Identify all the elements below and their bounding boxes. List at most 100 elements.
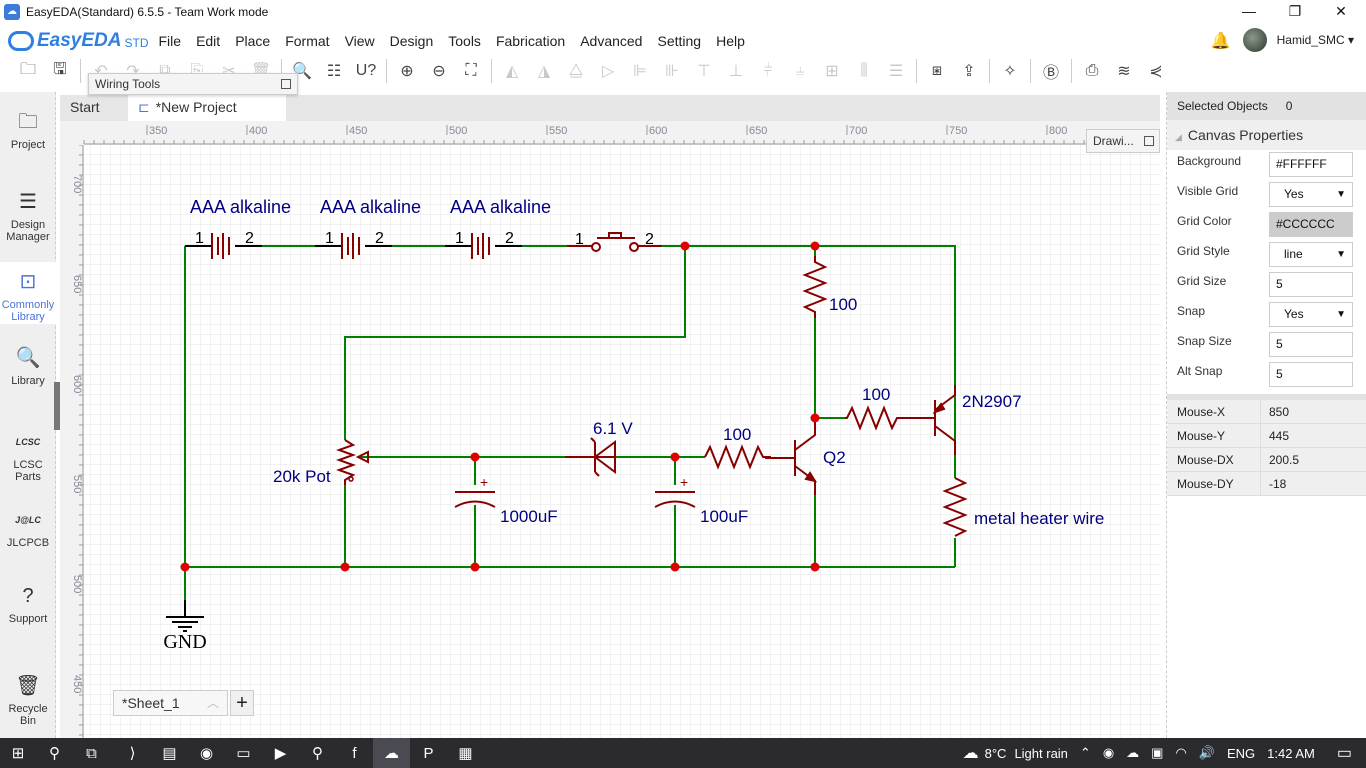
search-app-icon[interactable]: ⚲ <box>299 738 336 768</box>
sidebar-item-jlcpcb[interactable]: J@LC JLCPCB <box>0 500 56 560</box>
tray-chevron-up-icon[interactable]: ⌃ <box>1080 745 1091 761</box>
convert-pcb-icon[interactable]: ⇪ <box>953 58 985 84</box>
bom-icon[interactable]: Ⓑ <box>1035 58 1067 84</box>
design-check-icon[interactable]: ✧ <box>994 58 1026 84</box>
notification-bell-icon[interactable]: 🔔 <box>1211 31 1231 50</box>
menu-format[interactable]: Format <box>285 33 329 49</box>
save-icon[interactable]: 🖫 <box>44 58 76 84</box>
rotate-left-icon[interactable]: ◭ <box>496 58 528 84</box>
calendar-app-icon[interactable]: ▦ <box>447 738 484 768</box>
menu-setting[interactable]: Setting <box>657 33 701 49</box>
export-icon[interactable]: ⎙ <box>1076 58 1108 84</box>
maximize-icon[interactable] <box>281 79 291 89</box>
flip-v-icon[interactable]: ▷ <box>592 58 624 84</box>
meet-now-icon[interactable]: ▣ <box>1151 745 1163 761</box>
menu-help[interactable]: Help <box>716 33 745 49</box>
easyeda-icon[interactable]: ☁ <box>373 738 410 768</box>
sidebar-item-lcsc-parts[interactable]: LCSC LCSC Parts <box>0 422 56 483</box>
fit-icon[interactable]: ⛶ <box>455 58 487 84</box>
drawing-tools-panel[interactable]: Drawi... <box>1086 129 1160 153</box>
start-icon[interactable]: ⊞ <box>0 738 36 768</box>
annotate-icon[interactable]: U? <box>350 58 382 84</box>
canvas-svg[interactable]: 1 2 AAA alkaline 1 2 AAA alkaline 1 2 AAA alkali… <box>60 121 1160 738</box>
volume-icon[interactable]: 🔊 <box>1199 745 1215 761</box>
prop-label: Background <box>1177 154 1242 168</box>
chevron-up-icon[interactable]: ︿ <box>207 691 219 715</box>
file-explorer-icon[interactable]: ▭ <box>225 738 262 768</box>
prop-input[interactable]: #FFFFFF <box>1269 152 1353 177</box>
weather-cloud-icon[interactable]: ☁ <box>963 743 979 763</box>
task-view-icon[interactable]: ⧉ <box>73 738 110 768</box>
minimize-button[interactable]: — <box>1226 0 1272 24</box>
layers-icon[interactable]: ≋ <box>1108 58 1140 84</box>
maximize-icon[interactable] <box>1144 136 1154 146</box>
language-indicator[interactable]: ENG <box>1227 746 1255 761</box>
prop-select[interactable]: line ▼ <box>1269 242 1353 267</box>
prop-select[interactable]: Yes ▼ <box>1269 302 1353 327</box>
distribute-h-icon[interactable]: ⫼ <box>848 58 880 84</box>
heater-label: metal heater wire <box>974 509 1104 528</box>
flip-h-icon[interactable]: ⧋ <box>560 58 592 84</box>
menu-view[interactable]: View <box>345 33 375 49</box>
notifications-icon[interactable]: ▭ <box>1337 743 1352 763</box>
menu-file[interactable]: File <box>159 33 182 49</box>
sidebar-item-design-manager[interactable]: ☰ Design Manager <box>0 182 56 243</box>
weather-desc[interactable]: Light rain <box>1014 746 1067 761</box>
wifi-icon[interactable]: ◠ <box>1175 745 1186 761</box>
menu-edit[interactable]: Edit <box>196 33 220 49</box>
powerpoint-icon[interactable]: P <box>410 738 447 768</box>
menu-tools[interactable]: Tools <box>448 33 481 49</box>
search-icon[interactable]: ⚲ <box>36 738 73 768</box>
avatar[interactable] <box>1242 28 1267 52</box>
onedrive-icon[interactable]: ☁ <box>1126 745 1139 761</box>
user-name-dropdown[interactable]: Hamid_SMC ▾ <box>1277 33 1354 47</box>
share-icon[interactable]: ⋞ <box>1140 58 1172 84</box>
prop-input[interactable]: 5 <box>1269 272 1353 297</box>
menu-design[interactable]: Design <box>390 33 434 49</box>
prop-input[interactable]: 5 <box>1269 332 1353 357</box>
open-folder-icon[interactable]: 🗀 <box>12 58 44 84</box>
sidebar-item-support[interactable]: ? Support <box>0 576 56 636</box>
sidebar-item-recycle-bin[interactable]: 🗑 Recycle Bin <box>0 666 56 727</box>
zoom-out-icon[interactable]: ⊖ <box>423 58 455 84</box>
grid-align-icon[interactable]: ⊞ <box>816 58 848 84</box>
prop-input[interactable]: #CCCCCC <box>1269 212 1353 237</box>
pin-label: 2 <box>375 230 384 247</box>
monitor-app-icon[interactable]: ▤ <box>151 738 188 768</box>
align-left-icon[interactable]: ⊫ <box>624 58 656 84</box>
prop-select[interactable]: Yes ▼ <box>1269 182 1353 207</box>
rotate-right-icon[interactable]: ◮ <box>528 58 560 84</box>
tab-start[interactable]: Start <box>60 95 126 121</box>
align-right-icon[interactable]: ⊪ <box>656 58 688 84</box>
menu-advanced[interactable]: Advanced <box>580 33 642 49</box>
zoom-in-icon[interactable]: ⊕ <box>391 58 423 84</box>
menu-place[interactable]: Place <box>235 33 270 49</box>
sidebar-item-library[interactable]: 🔍 Library <box>0 338 56 398</box>
align-bottom-icon[interactable]: ⊥ <box>720 58 752 84</box>
simulate-icon[interactable]: ⧆ <box>921 58 953 84</box>
record-icon[interactable]: ◉ <box>1103 745 1114 761</box>
firefox-icon[interactable]: ◉ <box>188 738 225 768</box>
distribute-v-icon[interactable]: ☰ <box>880 58 912 84</box>
sheet-tab[interactable]: *Sheet_1 ︿ <box>113 690 228 716</box>
menu-fabrication[interactable]: Fabrication <box>496 33 565 49</box>
restore-button[interactable]: ❐ <box>1272 0 1318 24</box>
prop-input[interactable]: 5 <box>1269 362 1353 387</box>
foxit-icon[interactable]: f <box>336 738 373 768</box>
add-sheet-button[interactable]: + <box>230 690 254 716</box>
align-center-h-icon[interactable]: ⫩ <box>752 58 784 84</box>
align-center-v-icon[interactable]: ⫨ <box>784 58 816 84</box>
schematic-canvas[interactable]: 1 2 AAA alkaline 1 2 AAA alkaline 1 2 AAA alkali… <box>60 121 1160 738</box>
wiring-tools-panel[interactable]: Wiring Tools <box>88 73 298 95</box>
align-top-icon[interactable]: ⊤ <box>688 58 720 84</box>
tab-new-project[interactable]: ⊏ *New Project <box>128 95 286 121</box>
sidebar-item-project[interactable]: 🗀 Project <box>0 102 56 162</box>
sidebar-item-commonly-library[interactable]: ⊡ Commonly Library <box>0 262 56 324</box>
canvas-properties-header[interactable]: ◢ Canvas Properties <box>1167 120 1366 150</box>
find-similar-icon[interactable]: ☷ <box>318 58 350 84</box>
vscode-icon[interactable]: ⟩ <box>114 738 151 768</box>
close-button[interactable]: ✕ <box>1318 0 1364 24</box>
clock[interactable]: 1:42 AM <box>1267 746 1315 761</box>
media-player-icon[interactable]: ▶ <box>262 738 299 768</box>
weather-temp[interactable]: 8°C <box>985 746 1007 761</box>
